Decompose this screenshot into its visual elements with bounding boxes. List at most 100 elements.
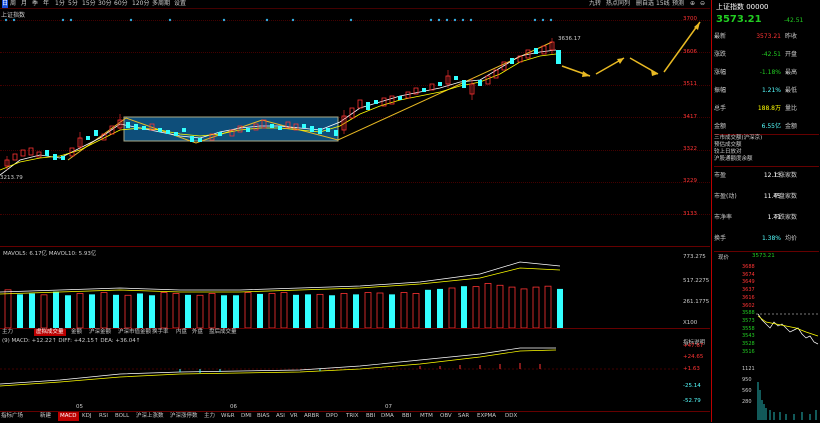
month-label: 07 bbox=[385, 404, 392, 410]
volume-bar bbox=[329, 295, 335, 328]
volume-bar bbox=[185, 294, 191, 328]
label: 市净率 bbox=[714, 214, 733, 221]
tick: 3688 bbox=[742, 264, 755, 270]
volume-bar bbox=[532, 286, 540, 328]
volume-bar bbox=[257, 293, 263, 328]
btab-12[interactable]: ASI bbox=[276, 412, 285, 421]
divider bbox=[714, 166, 819, 167]
tick: 3602 bbox=[742, 302, 755, 309]
tick: 560 bbox=[742, 388, 752, 394]
label2: 上涨家数 bbox=[772, 172, 797, 179]
label: 金额 bbox=[714, 123, 727, 130]
candle-wicks bbox=[6, 38, 553, 170]
mini-y-ticks: 3688 3674 3649 3637 3616 3602 3588 3573 … bbox=[742, 264, 755, 356]
volume-bar bbox=[53, 291, 59, 328]
btab-4[interactable]: RSI bbox=[99, 412, 108, 421]
btab-8[interactable]: 主力 bbox=[204, 412, 215, 421]
btab-22[interactable]: SAR bbox=[458, 412, 469, 421]
mini-intraday-chart bbox=[756, 313, 820, 420]
label2: 开盘 bbox=[784, 51, 797, 58]
volume-bar bbox=[484, 283, 492, 328]
value: 1.38% bbox=[761, 235, 781, 242]
volume-bar bbox=[160, 292, 168, 328]
btab-11[interactable]: BIAS bbox=[257, 412, 270, 421]
label: 涨幅 bbox=[714, 69, 727, 76]
up-candles bbox=[4, 41, 555, 167]
btab-14[interactable]: ARBR bbox=[304, 412, 319, 421]
btab-9[interactable]: W&R bbox=[221, 412, 235, 421]
stat-row: 市盈 12.13 上涨家数 bbox=[714, 170, 819, 181]
btab-15[interactable]: DPO bbox=[326, 412, 338, 421]
trend-line bbox=[67, 41, 553, 161]
btab-18[interactable]: DMA bbox=[381, 412, 394, 421]
block-line: 沪股通额度余额 bbox=[714, 156, 753, 162]
volume-bar bbox=[520, 288, 528, 328]
chart-area[interactable]: 日 周 月 季 年 1分 5分 15分 30分 60分 120分 多周期 设置 … bbox=[0, 0, 710, 422]
label: 市盈(动) bbox=[714, 193, 737, 200]
volume-bar bbox=[400, 292, 408, 328]
volume-bar bbox=[268, 293, 276, 328]
tab-inner[interactable]: 内盘 bbox=[176, 329, 187, 336]
macd-tick: +47.67 bbox=[683, 343, 704, 349]
quote-row: 总手 188.8万 量比 bbox=[714, 103, 819, 114]
tab-after-hours[interactable]: 盘后成交量 bbox=[209, 329, 237, 336]
mini-volume-bars bbox=[757, 382, 817, 420]
volume-bar bbox=[544, 285, 552, 328]
btab-24[interactable]: DDX bbox=[505, 412, 517, 421]
btab-20[interactable]: MTM bbox=[420, 412, 433, 421]
label: 振幅 bbox=[714, 87, 727, 94]
tick: 3588 bbox=[742, 310, 755, 317]
btab-13[interactable]: VR bbox=[290, 412, 298, 421]
ma-line-5 bbox=[0, 49, 557, 176]
volume-bar bbox=[305, 294, 311, 328]
volume-bar bbox=[137, 293, 143, 328]
tab-hs-market[interactable]: 沪深市值金额 bbox=[118, 329, 151, 336]
btab-7[interactable]: 沪深涨停数 bbox=[170, 412, 198, 421]
macd-tick: -25.14 bbox=[683, 383, 701, 389]
tick: 3637 bbox=[742, 287, 755, 294]
btab-19[interactable]: BBI bbox=[402, 412, 411, 421]
volume-bar bbox=[557, 288, 563, 328]
tab-amount[interactable]: 金额 bbox=[71, 329, 82, 336]
volume-bar bbox=[496, 284, 504, 328]
low-label: 3213.79 bbox=[0, 175, 23, 181]
volume-bar bbox=[149, 295, 155, 328]
high-label: 3636.17 bbox=[558, 36, 581, 42]
btab-macd[interactable]: MACD bbox=[58, 412, 79, 421]
btab-10[interactable]: DMI bbox=[241, 412, 252, 421]
volume-bar bbox=[376, 292, 384, 328]
down-candles bbox=[45, 48, 561, 160]
btab-1[interactable]: 新建 bbox=[40, 412, 51, 421]
volume-bar bbox=[508, 286, 516, 328]
tab-zhuli[interactable]: 主力 bbox=[2, 329, 13, 336]
btab-21[interactable]: OBV bbox=[440, 412, 452, 421]
btab-16[interactable]: TRIX bbox=[346, 412, 359, 421]
macd-bars bbox=[419, 363, 541, 369]
btab-5[interactable]: BOLL bbox=[115, 412, 129, 421]
volume-tick: 773.275 bbox=[683, 254, 706, 260]
tick: 950 bbox=[742, 377, 752, 383]
tab-outer[interactable]: 外盘 bbox=[192, 329, 203, 336]
volume-tick: 261.1775 bbox=[683, 299, 710, 305]
volume-bar bbox=[113, 294, 119, 328]
value: -1.18% bbox=[759, 69, 781, 76]
stat-row: 换手 1.38% 均价 bbox=[714, 233, 819, 244]
mini-vol-ticks: 1121 950 560 280 bbox=[742, 364, 755, 408]
volume-bar bbox=[221, 295, 227, 328]
label: 总手 bbox=[714, 105, 727, 112]
btab-3[interactable]: KDJ bbox=[82, 412, 91, 421]
turnover-block: 三市成交额(沪深京) 预估成交额 较上日放对 沪股通额度余额 bbox=[714, 135, 762, 163]
btab-23[interactable]: EXPMA bbox=[477, 412, 496, 421]
mini-price: 3573.21 bbox=[752, 253, 775, 259]
tab-hs-amount[interactable]: 沪深金额 bbox=[89, 329, 111, 336]
btab-17[interactable]: BBI bbox=[366, 412, 375, 421]
volume-bar bbox=[89, 294, 95, 328]
tab-virtual-volume[interactable]: 虚拟成交量 bbox=[34, 329, 66, 336]
btab-0[interactable]: 指标广场 bbox=[1, 412, 23, 421]
value: 1.21% bbox=[761, 87, 781, 94]
volume-bar bbox=[233, 295, 239, 328]
volume-bars bbox=[0, 261, 563, 328]
volume-bar bbox=[100, 292, 108, 328]
btab-6[interactable]: 沪深上涨数 bbox=[136, 412, 164, 421]
tab-turnover[interactable]: 换手率 bbox=[152, 329, 169, 336]
